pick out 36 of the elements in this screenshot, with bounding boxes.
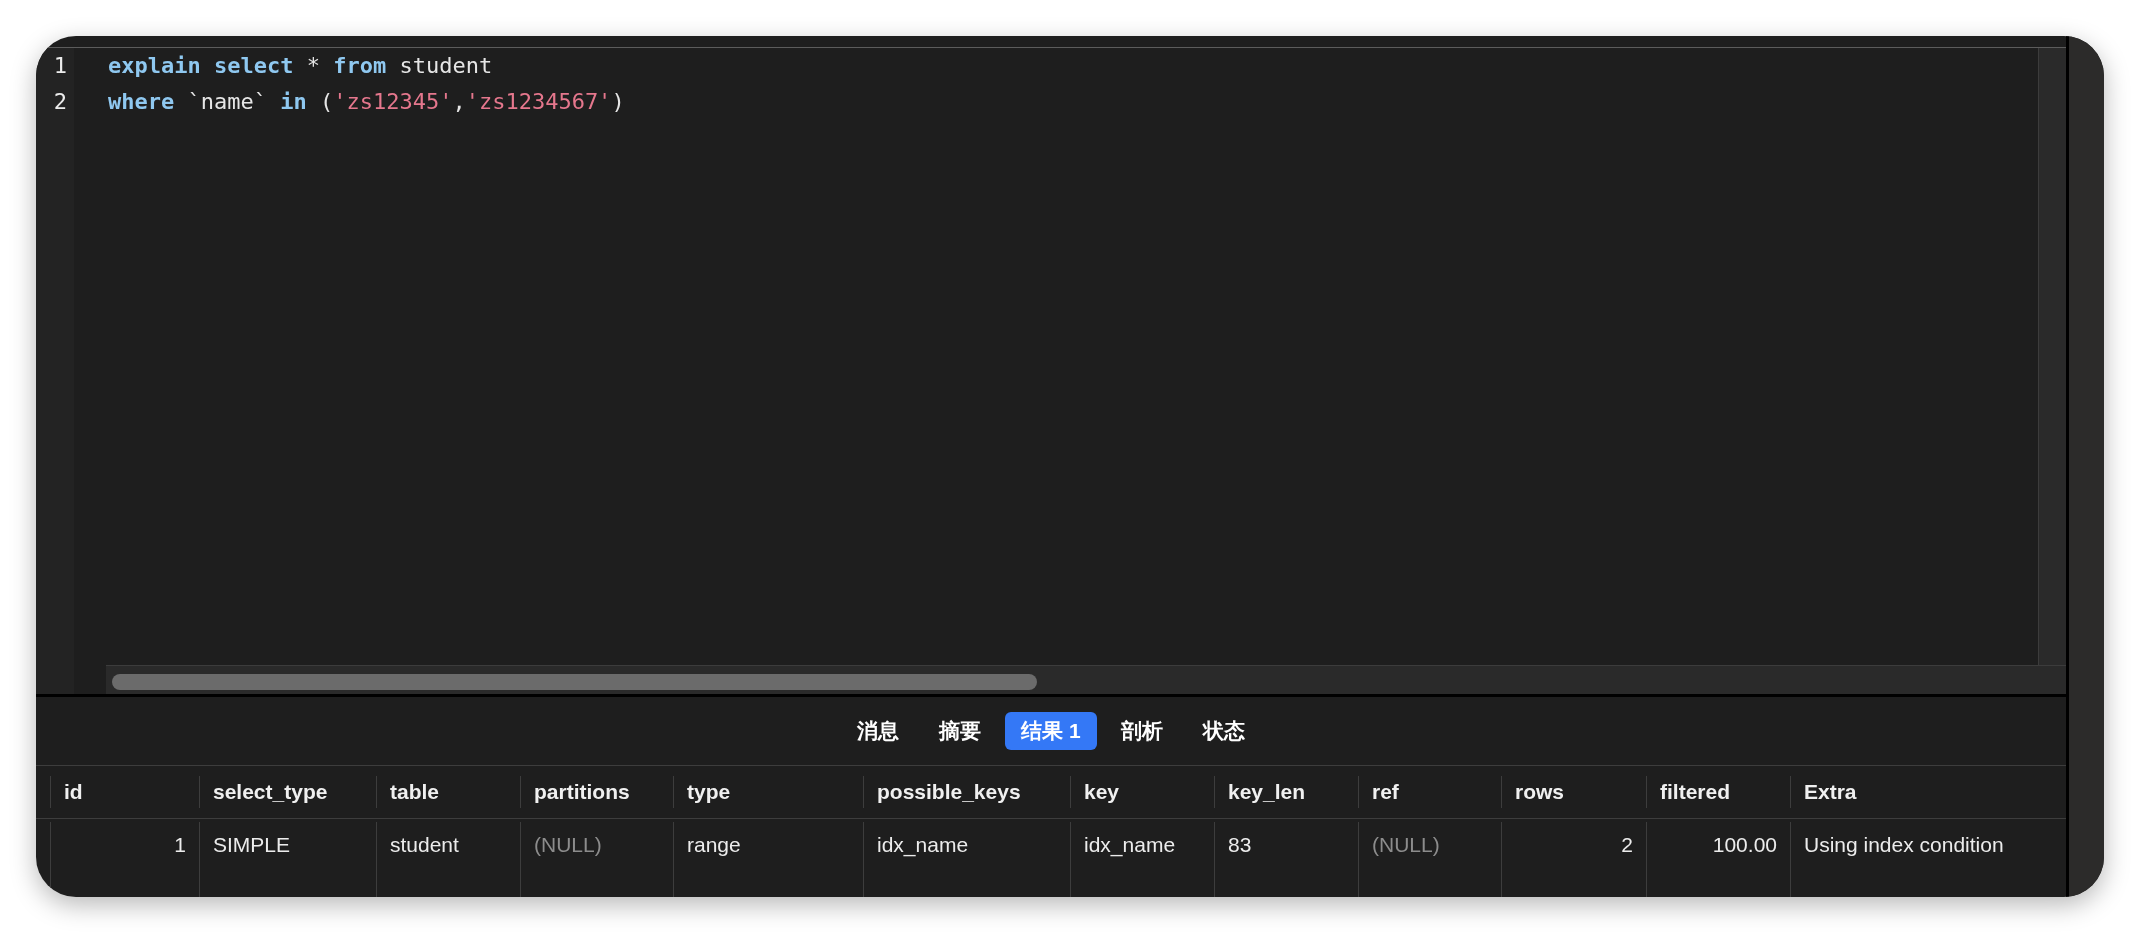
code-line: where `name` in ('zs12345','zs1234567')	[108, 88, 626, 116]
table-cell: (NULL)	[1358, 822, 1501, 897]
table-cell: 2	[1501, 822, 1646, 897]
table-cell: Using index condition	[1790, 822, 2065, 897]
column-header[interactable]: type	[673, 776, 863, 808]
table-cell: 1	[50, 822, 199, 897]
result-tab[interactable]: 摘要	[923, 712, 998, 750]
column-header[interactable]: filtered	[1646, 776, 1790, 808]
table-cell: SIMPLE	[199, 822, 376, 897]
column-header[interactable]: select_type	[199, 776, 376, 808]
scrollbar-track[interactable]	[2038, 48, 2066, 665]
result-tab[interactable]: 状态	[1186, 712, 1261, 750]
scrollbar-track[interactable]	[106, 665, 2066, 694]
table-cell: student	[376, 822, 520, 897]
table-cell: range	[673, 822, 863, 897]
column-header[interactable]: id	[50, 776, 199, 808]
result-tab[interactable]: 结果 1	[1005, 712, 1097, 750]
table-cell: 83	[1214, 822, 1358, 897]
line-number: 2	[52, 88, 68, 116]
scrollbar-thumb[interactable]	[112, 674, 1037, 690]
column-header[interactable]: partitions	[520, 776, 673, 808]
column-header[interactable]: Extra	[1790, 776, 2065, 808]
column-header[interactable]: ref	[1358, 776, 1501, 808]
table-cell: (NULL)	[520, 822, 673, 897]
table-cell: idx_name	[863, 822, 1070, 897]
column-header[interactable]: key	[1070, 776, 1214, 808]
column-header[interactable]: possible_keys	[863, 776, 1070, 808]
code-line: explain select * from student	[108, 52, 494, 80]
table-cell: 100.00	[1646, 822, 1790, 897]
result-tab[interactable]: 消息	[841, 712, 916, 750]
table-cell: idx_name	[1070, 822, 1214, 897]
column-header[interactable]: table	[376, 776, 520, 808]
result-tab[interactable]: 剖析	[1104, 712, 1179, 750]
line-number: 1	[52, 52, 68, 80]
column-header[interactable]: key_len	[1214, 776, 1358, 808]
column-header[interactable]: rows	[1501, 776, 1646, 808]
